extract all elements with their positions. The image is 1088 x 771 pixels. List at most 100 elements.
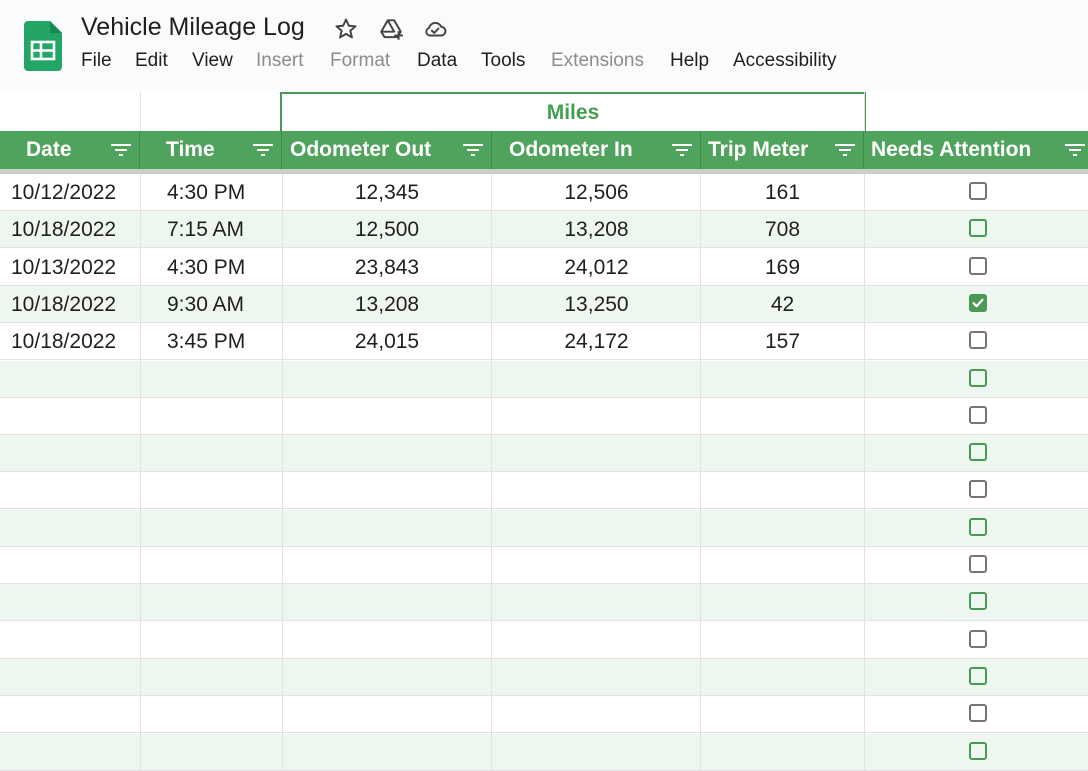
needs-attention-checkbox[interactable] bbox=[969, 517, 987, 536]
cell-time[interactable]: 9:30 AM bbox=[167, 286, 282, 323]
needs-attention-checkbox[interactable] bbox=[969, 704, 987, 723]
cell-odometer-out[interactable]: 24,015 bbox=[282, 323, 492, 360]
cell-date[interactable] bbox=[11, 435, 140, 472]
cell-date[interactable]: 10/18/2022 bbox=[11, 211, 140, 248]
table-row[interactable] bbox=[0, 584, 1088, 622]
cell-odometer-in[interactable]: 12,506 bbox=[492, 174, 701, 211]
filter-icon[interactable] bbox=[1064, 143, 1086, 157]
cell-trip-meter[interactable] bbox=[701, 734, 864, 771]
header-trip-meter[interactable]: Trip Meter bbox=[701, 131, 864, 169]
menu-view[interactable]: View bbox=[192, 50, 233, 72]
cell-date[interactable] bbox=[11, 547, 140, 584]
cell-odometer-out[interactable] bbox=[282, 398, 492, 435]
cell-odometer-in[interactable] bbox=[492, 622, 701, 659]
header-time[interactable]: Time bbox=[140, 131, 282, 169]
needs-attention-checkbox[interactable] bbox=[969, 555, 987, 573]
cell-odometer-in[interactable] bbox=[492, 696, 701, 733]
cell-odometer-out[interactable] bbox=[282, 547, 492, 584]
cell-trip-meter[interactable]: 157 bbox=[701, 323, 864, 360]
needs-attention-checkbox[interactable] bbox=[969, 592, 987, 611]
cell-time[interactable]: 3:45 PM bbox=[167, 323, 282, 360]
cell-odometer-out[interactable] bbox=[282, 696, 492, 733]
cell-date[interactable]: 10/12/2022 bbox=[11, 174, 140, 211]
cell-date[interactable] bbox=[11, 510, 140, 547]
cell-date[interactable]: 10/18/2022 bbox=[11, 286, 140, 323]
cell-odometer-out[interactable] bbox=[282, 361, 492, 398]
menu-format[interactable]: Format bbox=[330, 50, 390, 72]
sheet-grid[interactable]: Miles Date Time Odometer Out Odometer In… bbox=[0, 92, 1088, 771]
cell-odometer-out[interactable]: 13,208 bbox=[282, 286, 492, 323]
table-row[interactable]: 10/13/2022 4:30 PM 23,843 24,012 169 bbox=[0, 249, 1088, 286]
header-date[interactable]: Date bbox=[0, 131, 140, 169]
cell-odometer-out[interactable] bbox=[282, 472, 492, 509]
table-row[interactable] bbox=[0, 472, 1088, 510]
table-row[interactable]: 10/18/2022 7:15 AM 12,500 13,208 708 bbox=[0, 211, 1088, 249]
cell-time[interactable] bbox=[167, 659, 282, 696]
cell-odometer-out[interactable] bbox=[282, 622, 492, 659]
needs-attention-checkbox[interactable] bbox=[969, 219, 987, 238]
table-row[interactable] bbox=[0, 398, 1088, 435]
menu-extensions[interactable]: Extensions bbox=[551, 50, 644, 72]
table-row[interactable]: 10/18/2022 9:30 AM 13,208 13,250 42 bbox=[0, 285, 1088, 323]
needs-attention-checkbox[interactable] bbox=[969, 405, 987, 424]
needs-attention-checkbox[interactable] bbox=[969, 293, 987, 312]
cell-time[interactable] bbox=[167, 435, 282, 472]
table-row[interactable]: 10/18/2022 3:45 PM 24,015 24,172 157 bbox=[0, 323, 1088, 361]
cell-trip-meter[interactable] bbox=[701, 361, 864, 398]
cell-odometer-out[interactable] bbox=[282, 734, 492, 771]
cell-odometer-in[interactable] bbox=[492, 584, 701, 621]
cell-date[interactable] bbox=[11, 398, 140, 435]
cell-time[interactable] bbox=[167, 510, 282, 547]
star-icon[interactable] bbox=[333, 16, 359, 42]
sheets-logo-icon[interactable] bbox=[24, 21, 62, 71]
cell-odometer-in[interactable] bbox=[492, 361, 701, 398]
needs-attention-checkbox[interactable] bbox=[969, 256, 987, 275]
cell-date[interactable]: 10/18/2022 bbox=[11, 323, 140, 360]
cell-odometer-out[interactable] bbox=[282, 584, 492, 621]
cell-trip-meter[interactable] bbox=[701, 472, 864, 509]
table-row[interactable]: 10/12/2022 4:30 PM 12,345 12,506 161 bbox=[0, 174, 1088, 211]
menu-file[interactable]: File bbox=[81, 50, 112, 72]
cell-date[interactable] bbox=[11, 734, 140, 771]
filter-icon[interactable] bbox=[671, 143, 693, 157]
cell-time[interactable] bbox=[167, 734, 282, 771]
cell-odometer-in[interactable] bbox=[492, 547, 701, 584]
cell-odometer-out[interactable]: 23,843 bbox=[282, 249, 492, 286]
menu-data[interactable]: Data bbox=[417, 50, 457, 72]
cell-odometer-in[interactable]: 13,250 bbox=[492, 286, 701, 323]
cell-time[interactable]: 4:30 PM bbox=[167, 174, 282, 211]
menu-insert[interactable]: Insert bbox=[256, 50, 304, 72]
cell-odometer-in[interactable] bbox=[492, 472, 701, 509]
needs-attention-checkbox[interactable] bbox=[969, 629, 987, 648]
cell-trip-meter[interactable] bbox=[701, 584, 864, 621]
filter-icon[interactable] bbox=[252, 143, 274, 157]
menu-help[interactable]: Help bbox=[670, 50, 709, 72]
needs-attention-checkbox[interactable] bbox=[969, 443, 987, 462]
cell-time[interactable] bbox=[167, 361, 282, 398]
cell-odometer-in[interactable] bbox=[492, 734, 701, 771]
cell-trip-meter[interactable] bbox=[701, 435, 864, 472]
cell-odometer-in[interactable]: 24,012 bbox=[492, 249, 701, 286]
needs-attention-checkbox[interactable] bbox=[969, 368, 987, 387]
table-row[interactable] bbox=[0, 658, 1088, 696]
needs-attention-checkbox[interactable] bbox=[969, 182, 987, 200]
cell-date[interactable] bbox=[11, 622, 140, 659]
cell-time[interactable] bbox=[167, 584, 282, 621]
menu-accessibility[interactable]: Accessibility bbox=[733, 50, 836, 72]
table-row[interactable] bbox=[0, 696, 1088, 734]
cell-odometer-in[interactable]: 24,172 bbox=[492, 323, 701, 360]
needs-attention-checkbox[interactable] bbox=[969, 480, 987, 499]
cell-trip-meter[interactable]: 708 bbox=[701, 211, 864, 248]
cell-odometer-out[interactable] bbox=[282, 659, 492, 696]
cell-trip-meter[interactable] bbox=[701, 696, 864, 733]
cell-odometer-in[interactable] bbox=[492, 659, 701, 696]
cell-trip-meter[interactable]: 161 bbox=[701, 174, 864, 211]
menu-edit[interactable]: Edit bbox=[135, 50, 168, 72]
cell-date[interactable]: 10/13/2022 bbox=[11, 249, 140, 286]
cell-trip-meter[interactable]: 169 bbox=[701, 249, 864, 286]
cell-time[interactable] bbox=[167, 696, 282, 733]
menu-tools[interactable]: Tools bbox=[481, 50, 525, 72]
cell-odometer-in[interactable] bbox=[492, 510, 701, 547]
table-row[interactable] bbox=[0, 509, 1088, 547]
table-row[interactable] bbox=[0, 547, 1088, 584]
